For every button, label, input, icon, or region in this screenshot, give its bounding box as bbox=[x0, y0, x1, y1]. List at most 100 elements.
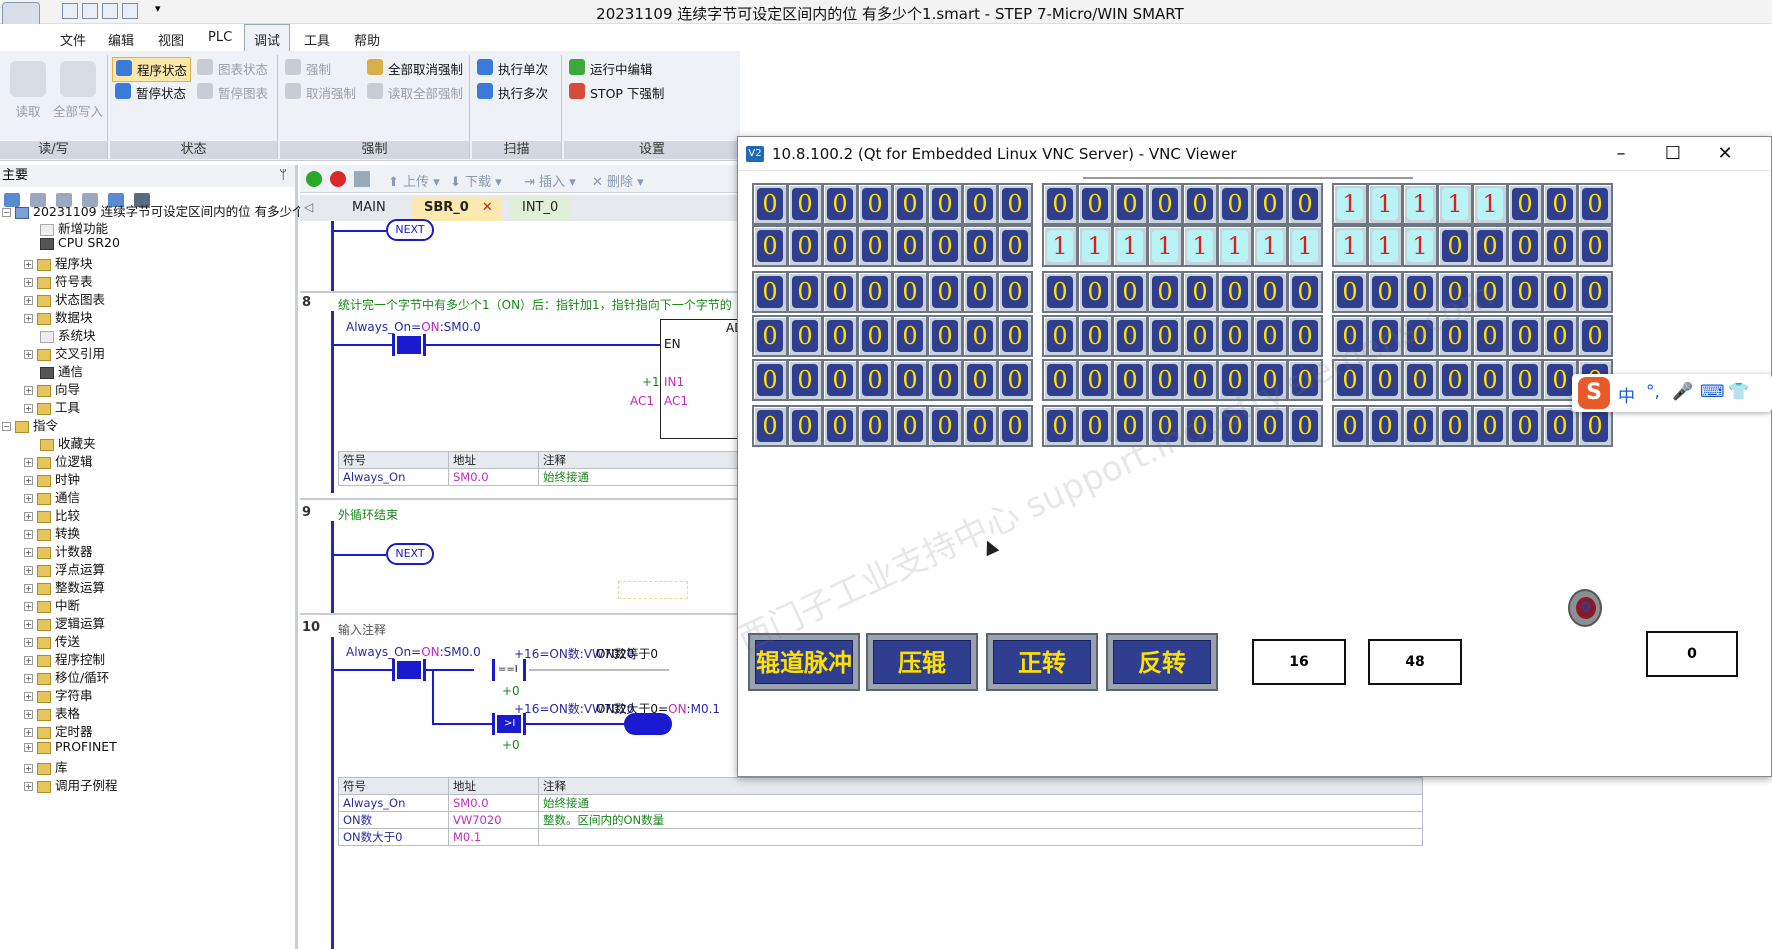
bit-cell[interactable]: 0 bbox=[997, 405, 1033, 447]
unforce-button[interactable]: 取消强制 bbox=[282, 81, 359, 104]
bit-cell[interactable]: 0 bbox=[927, 225, 963, 267]
read-button[interactable]: 读取 bbox=[8, 61, 48, 120]
run-icon[interactable] bbox=[306, 171, 322, 187]
bit-cell[interactable]: 0 bbox=[1042, 359, 1078, 401]
bit-cell[interactable]: 0 bbox=[857, 315, 893, 357]
bit-cell[interactable]: 1 bbox=[1367, 183, 1403, 225]
bit-cell[interactable]: 0 bbox=[787, 225, 823, 267]
bit-cell[interactable]: 0 bbox=[1437, 405, 1473, 447]
new-icon[interactable] bbox=[62, 3, 78, 19]
close-icon[interactable]: ✕ bbox=[482, 200, 493, 215]
bit-cell[interactable]: 1 bbox=[1147, 225, 1183, 267]
bit-cell[interactable]: 0 bbox=[752, 271, 788, 313]
bit-cell[interactable]: 0 bbox=[1182, 271, 1218, 313]
menu-file[interactable]: 文件 bbox=[52, 28, 94, 51]
bit-cell[interactable]: 0 bbox=[962, 315, 998, 357]
bit-cell[interactable]: 0 bbox=[752, 359, 788, 401]
stop-force-button[interactable]: STOP 下强制 bbox=[566, 81, 667, 104]
bit-cell[interactable]: 0 bbox=[1077, 183, 1113, 225]
minimize-icon[interactable]: – bbox=[1598, 139, 1644, 169]
run-edit-button[interactable]: 运行中编辑 bbox=[566, 57, 656, 80]
menu-debug[interactable]: 调试 bbox=[244, 24, 291, 53]
bit-cell[interactable]: 1 bbox=[1402, 183, 1438, 225]
customize-qa-icon[interactable]: ▾ bbox=[155, 2, 161, 15]
menu-plc[interactable]: PLC bbox=[200, 28, 240, 47]
bit-cell[interactable]: 0 bbox=[1507, 405, 1543, 447]
tree-inst-item[interactable]: + 调用子例程 bbox=[24, 775, 118, 794]
bit-cell[interactable]: 0 bbox=[1217, 183, 1253, 225]
network-comment[interactable]: 统计完一个字节中有多少个1（ON）后：指针加1，指针指向下一个字节的 bbox=[338, 296, 732, 313]
bit-cell[interactable]: 0 bbox=[892, 315, 928, 357]
bit-cell[interactable]: 1 bbox=[1367, 225, 1403, 267]
write-all-button[interactable]: 全部写入 bbox=[52, 61, 104, 120]
always-on-contact[interactable] bbox=[392, 659, 426, 681]
bit-cell[interactable]: 0 bbox=[1042, 271, 1078, 313]
ime-punctuation-icon[interactable]: °, bbox=[1646, 382, 1660, 402]
bit-cell[interactable]: 0 bbox=[1287, 271, 1323, 313]
tree-inst-item[interactable]: + 程序控制 bbox=[24, 649, 105, 668]
vnc-title-bar[interactable]: V2 10.8.100.2 (Qt for Embedded Linux VNC… bbox=[738, 137, 1771, 171]
bit-cell[interactable]: 0 bbox=[1077, 271, 1113, 313]
bit-cell[interactable]: 1 bbox=[1402, 225, 1438, 267]
tree-inst-item[interactable]: + 传送 bbox=[24, 631, 80, 650]
bit-cell[interactable]: 0 bbox=[1542, 315, 1578, 357]
bit-cell[interactable]: 0 bbox=[1252, 183, 1288, 225]
bit-cell[interactable]: 0 bbox=[822, 315, 858, 357]
tree-item-data-block[interactable]: + 数据块 bbox=[24, 307, 93, 326]
tree-inst-item[interactable]: + 库 bbox=[24, 757, 68, 776]
bit-cell[interactable]: 0 bbox=[1542, 405, 1578, 447]
bit-cell[interactable]: 0 bbox=[1507, 359, 1543, 401]
bit-cell[interactable]: 0 bbox=[1542, 225, 1578, 267]
tab-main[interactable]: MAIN bbox=[340, 197, 398, 221]
bit-cell[interactable]: 0 bbox=[1507, 183, 1543, 225]
bit-cell[interactable]: 1 bbox=[1042, 225, 1078, 267]
bit-cell[interactable]: 0 bbox=[1217, 271, 1253, 313]
bit-cell[interactable]: 0 bbox=[962, 271, 998, 313]
maximize-icon[interactable]: ☐ bbox=[1650, 139, 1696, 169]
bit-cell[interactable]: 0 bbox=[1182, 183, 1218, 225]
tree-inst-item[interactable]: + 逻辑运算 bbox=[24, 613, 105, 632]
single-scan-button[interactable]: 执行单次 bbox=[474, 57, 551, 80]
bit-cell[interactable]: 0 bbox=[997, 271, 1033, 313]
close-icon[interactable]: ✕ bbox=[1702, 139, 1748, 169]
bit-cell[interactable]: 0 bbox=[822, 359, 858, 401]
bit-cell[interactable]: 0 bbox=[787, 183, 823, 225]
tree-item-program-block[interactable]: + 程序块 bbox=[24, 253, 93, 272]
tree-item-tools[interactable]: + 工具 bbox=[24, 397, 80, 416]
bit-cell[interactable]: 0 bbox=[787, 359, 823, 401]
bit-cell[interactable]: 0 bbox=[1472, 359, 1508, 401]
menu-edit[interactable]: 编辑 bbox=[100, 28, 142, 51]
tree-inst-item[interactable]: + 中断 bbox=[24, 595, 80, 614]
bit-cell[interactable]: 1 bbox=[1252, 225, 1288, 267]
compile-icon[interactable] bbox=[354, 171, 370, 187]
bit-cell[interactable]: 0 bbox=[1112, 359, 1148, 401]
tree-inst-item[interactable]: + 字符串 bbox=[24, 685, 93, 704]
ime-mic-icon[interactable]: 🎤 bbox=[1672, 382, 1693, 402]
tree-inst-item[interactable]: + PROFINET bbox=[24, 739, 117, 754]
tree-inst-item[interactable]: + 比较 bbox=[24, 505, 80, 524]
read-all-forced-button[interactable]: 读取全部强制 bbox=[364, 81, 466, 104]
bit-cell[interactable]: 0 bbox=[1112, 183, 1148, 225]
next-coil[interactable]: NEXT bbox=[386, 219, 434, 241]
delete-button[interactable]: ✕ 删除 ▾ bbox=[592, 171, 644, 190]
ime-chinese-mode[interactable]: 中 bbox=[1618, 382, 1635, 407]
bit-cell[interactable]: 0 bbox=[927, 183, 963, 225]
bit-cell[interactable]: 0 bbox=[787, 271, 823, 313]
chart-status-button[interactable]: 图表状态 bbox=[194, 57, 271, 80]
bit-cell[interactable]: 0 bbox=[997, 315, 1033, 357]
bit-cell[interactable]: 0 bbox=[892, 359, 928, 401]
bit-cell[interactable]: 0 bbox=[1182, 315, 1218, 357]
upload-button[interactable]: ⬆ 上传 ▾ bbox=[388, 171, 440, 190]
bit-cell[interactable]: 0 bbox=[1472, 405, 1508, 447]
menu-help[interactable]: 帮助 bbox=[346, 28, 388, 51]
bit-cell[interactable]: 0 bbox=[1287, 183, 1323, 225]
bit-cell[interactable]: 0 bbox=[752, 183, 788, 225]
ime-toolbar[interactable]: S 中 °, 🎤 ⌨ 👕 bbox=[1572, 374, 1772, 412]
tree-inst-item[interactable]: + 计数器 bbox=[24, 541, 93, 560]
tree-inst-item[interactable]: + 表格 bbox=[24, 703, 80, 722]
bit-cell[interactable]: 0 bbox=[1472, 225, 1508, 267]
bit-cell[interactable]: 0 bbox=[1332, 271, 1368, 313]
bit-cell[interactable]: 0 bbox=[1367, 405, 1403, 447]
bit-cell[interactable]: 0 bbox=[1147, 315, 1183, 357]
bit-cell[interactable]: 1 bbox=[1437, 183, 1473, 225]
